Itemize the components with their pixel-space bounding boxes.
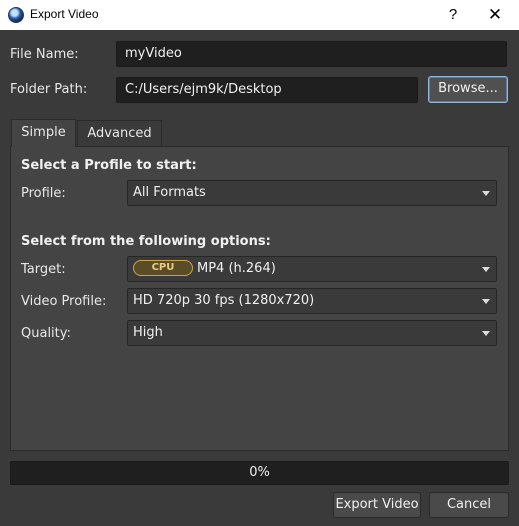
- video-profile-select[interactable]: HD 720p 30 fps (1280x720): [127, 288, 497, 314]
- target-select[interactable]: CPU MP4 (h.264): [127, 256, 497, 282]
- quality-select[interactable]: High: [127, 320, 497, 346]
- title-bar: Export Video ? ✕: [0, 0, 519, 30]
- app-icon: [8, 7, 24, 23]
- tab-simple[interactable]: Simple: [11, 119, 76, 147]
- chevron-down-icon: [482, 267, 490, 272]
- quality-label: Quality:: [21, 326, 71, 341]
- window-title: Export Video: [30, 7, 99, 21]
- target-label: Target:: [21, 262, 66, 277]
- cpu-badge: CPU: [133, 259, 193, 276]
- export-progress-bar: 0%: [10, 461, 509, 485]
- profile-value: All Formats: [133, 185, 206, 200]
- help-icon[interactable]: ?: [441, 3, 465, 27]
- file-name-input[interactable]: myVideo: [116, 41, 507, 67]
- profile-label: Profile:: [21, 186, 66, 201]
- cancel-button[interactable]: Cancel: [429, 492, 509, 518]
- profile-section-heading: Select a Profile to start:: [21, 158, 197, 173]
- chevron-down-icon: [482, 191, 490, 196]
- file-name-label: File Name:: [10, 47, 79, 62]
- tab-advanced[interactable]: Advanced: [77, 120, 162, 147]
- profile-select[interactable]: All Formats: [127, 180, 497, 206]
- quality-value: High: [133, 325, 163, 340]
- export-video-button[interactable]: Export Video: [333, 492, 421, 518]
- browse-button[interactable]: Browse...: [428, 76, 508, 103]
- target-value: MP4 (h.264): [197, 261, 276, 276]
- close-icon[interactable]: ✕: [482, 3, 508, 27]
- chevron-down-icon: [482, 331, 490, 336]
- folder-path-input[interactable]: C:/Users/ejm9k/Desktop: [116, 77, 418, 103]
- options-section-heading: Select from the following options:: [21, 234, 271, 249]
- video-profile-value: HD 720p 30 fps (1280x720): [133, 293, 315, 308]
- folder-path-label: Folder Path:: [10, 82, 88, 97]
- video-profile-label: Video Profile:: [21, 294, 107, 309]
- progress-text: 0%: [249, 465, 270, 480]
- chevron-down-icon: [482, 299, 490, 304]
